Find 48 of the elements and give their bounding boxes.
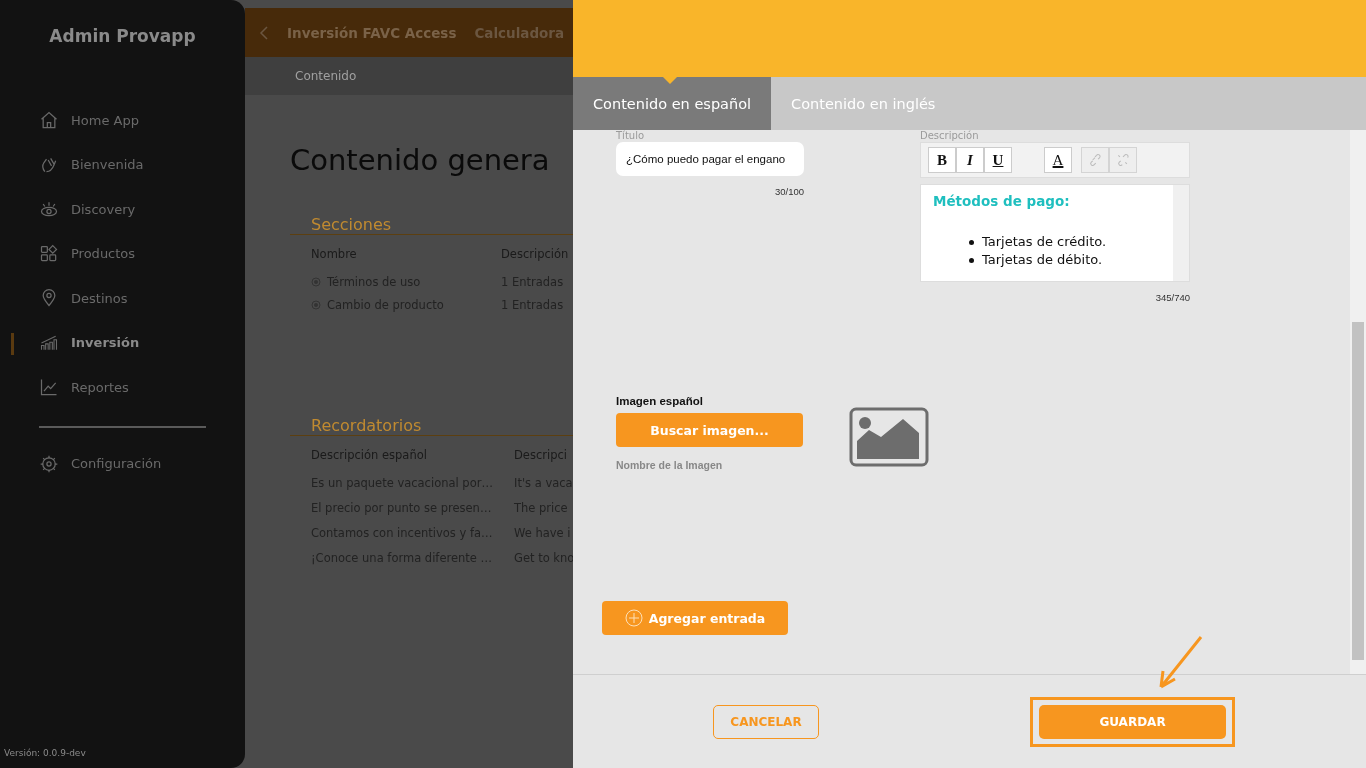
page-heading: Contenido genera <box>290 143 551 177</box>
breadcrumb: Contenido <box>295 69 357 83</box>
home-icon <box>39 110 59 131</box>
sidebar-item[interactable]: Configuración <box>0 441 245 486</box>
language-tab[interactable]: Contenido en español <box>573 77 772 130</box>
bold-button[interactable]: B <box>928 147 956 173</box>
link-icon <box>1088 153 1102 167</box>
cancel-button[interactable]: CANCELAR <box>713 704 819 739</box>
field-label: Descripción <box>920 130 980 142</box>
underline-button[interactable]: U <box>984 147 1012 173</box>
back-icon[interactable] <box>259 24 269 41</box>
char-counter: 345/740 <box>1155 292 1190 303</box>
scrollbar[interactable] <box>1173 185 1189 281</box>
rich-text-editor[interactable]: Métodos de pago: Tarjetas de crédito. Tarjetas de débito. <box>920 184 1190 282</box>
sidebar-item[interactable]: Destinos <box>0 276 245 321</box>
list-item: Tarjetas de crédito. <box>982 233 1107 251</box>
save-button[interactable]: GUARDAR <box>1039 704 1226 739</box>
unlink-icon <box>1116 153 1130 167</box>
plus-icon <box>624 609 643 627</box>
title-field[interactable]: ¿Cómo puedo pagar el engano <box>616 142 804 176</box>
version-label: Versión: 0.0.9-dev <box>3 748 87 758</box>
section-title: Recordatorios <box>290 416 573 436</box>
color-button[interactable]: A <box>1044 147 1072 173</box>
browse-image-button[interactable]: Buscar imagen... <box>616 413 803 447</box>
line-chart-icon <box>39 377 59 398</box>
italic-button[interactable]: I <box>956 147 984 173</box>
header-tab[interactable]: Inversión FAVC Access <box>287 24 457 41</box>
add-entry-button[interactable]: Agregar entrada <box>602 601 788 635</box>
field-label: Título <box>616 130 646 142</box>
editor-heading: Métodos de pago: <box>933 193 1071 209</box>
sidebar-item[interactable]: Home App <box>0 98 245 143</box>
sidebar-item[interactable]: Inversión <box>0 320 245 365</box>
bullet-icon <box>969 257 974 263</box>
bullet-icon <box>969 239 974 245</box>
gear-icon <box>39 453 59 474</box>
sidebar-item[interactable]: Reportes <box>0 365 245 410</box>
list-item: Tarjetas de débito. <box>982 251 1103 269</box>
image-label: Imagen español <box>616 395 704 407</box>
char-counter: 30/100 <box>774 186 804 197</box>
image-icon <box>849 407 929 467</box>
sidebar-item[interactable]: Productos <box>0 231 245 276</box>
app-title: Admin Provapp <box>48 26 197 46</box>
sidebar-item[interactable]: Discovery <box>0 187 245 232</box>
section-title: Secciones <box>290 215 573 235</box>
scrollbar[interactable] <box>1350 130 1366 674</box>
grid-icon <box>39 243 59 264</box>
image-name-label: Nombre de la Imagen <box>616 459 724 471</box>
sidebar-item[interactable]: Bienvenida <box>0 142 245 187</box>
